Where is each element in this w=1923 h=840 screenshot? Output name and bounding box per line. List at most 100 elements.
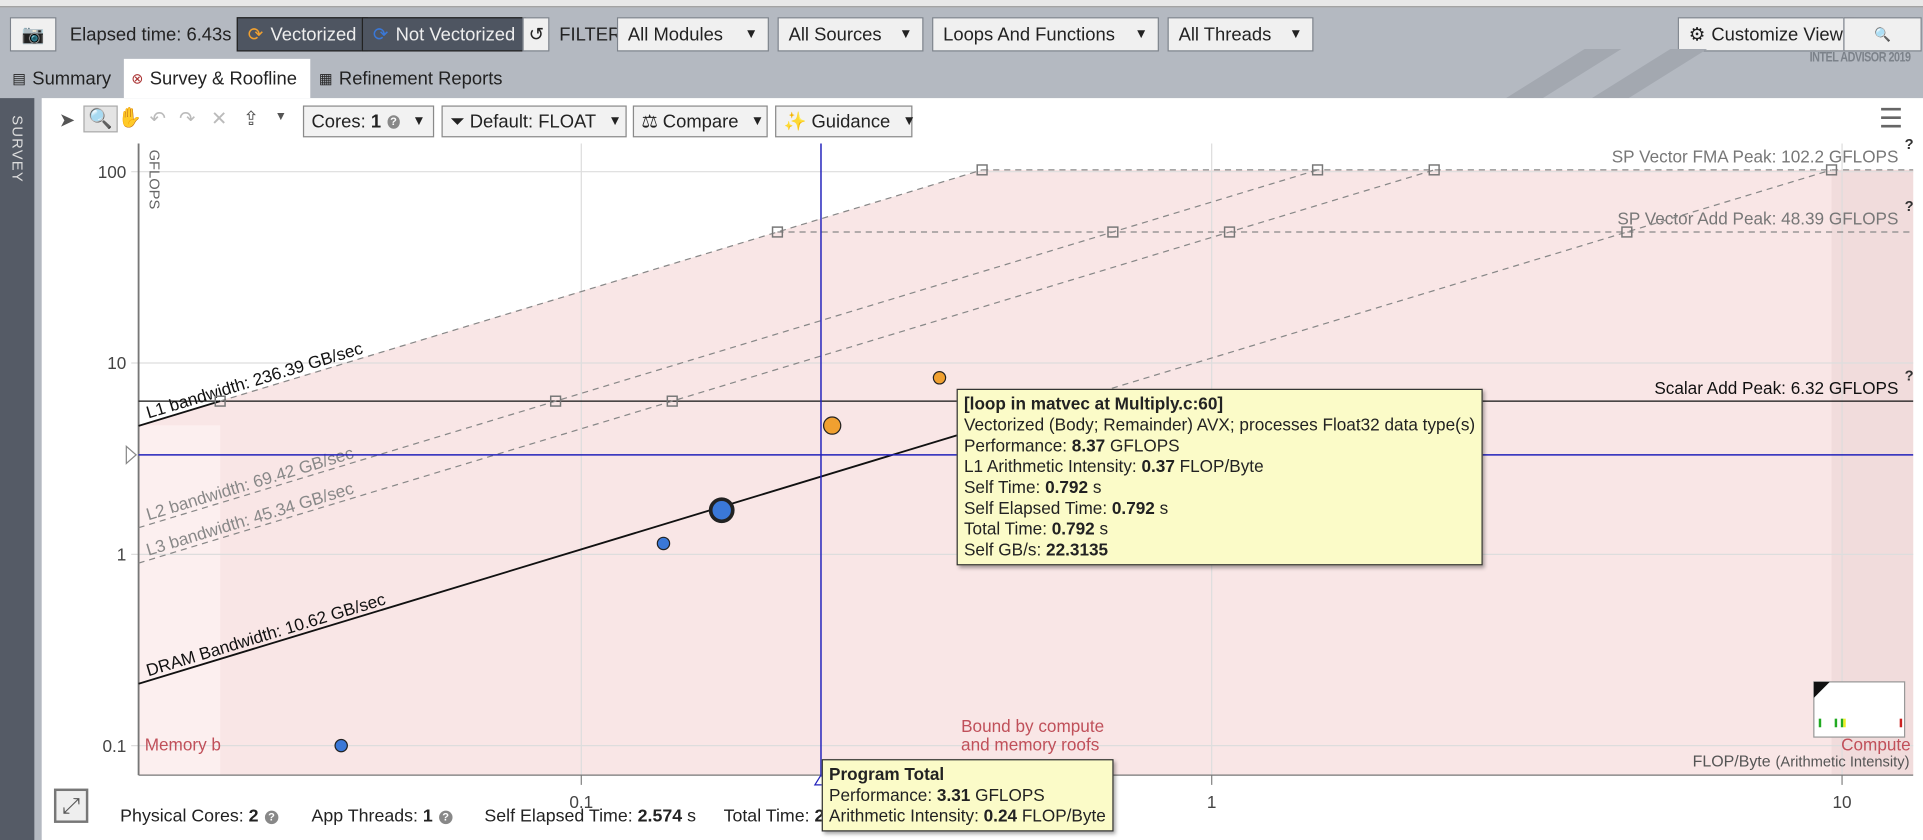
overview-minimap — [1813, 681, 1906, 738]
tooltip-label: Self Time: — [963, 477, 1046, 497]
minimap-bar — [1843, 718, 1846, 728]
tooltip-label: Performance: — [829, 784, 937, 805]
help-icon: ? — [1905, 137, 1914, 153]
tab-survey-roofline[interactable]: ⊗ Survey & Roofline — [123, 58, 311, 99]
loops-filter-dropdown[interactable]: Loops And Functions ▼ — [932, 17, 1159, 52]
pan-hand-icon[interactable]: ✋ — [118, 105, 142, 130]
cores-label: Cores: — [311, 110, 366, 132]
footer-value: 2.574 — [637, 806, 683, 827]
y-tick-label: 1 — [117, 544, 127, 564]
help-icon[interactable]: ? — [438, 810, 453, 825]
search-button[interactable]: 🔍 — [1843, 17, 1922, 52]
footer-total-time: Total Time: 2 — [724, 807, 825, 827]
tooltip-label: Self GB/s: — [963, 539, 1047, 560]
tab-refinement-reports[interactable]: ▦ Refinement Reports — [312, 59, 510, 98]
magic-wand-icon: ✨ — [783, 111, 807, 133]
loop-point-not-vectorized — [656, 536, 671, 551]
caret-down-icon: ▼ — [744, 26, 758, 42]
dropdown-value: All Modules — [627, 23, 724, 45]
caret-down-icon: ▼ — [608, 114, 622, 129]
cores-value: 1 — [370, 110, 382, 132]
program-total-title: Program Total — [829, 764, 945, 784]
customize-view-button[interactable]: ⚙ Customize View — [1677, 17, 1854, 52]
tooltip-label: Self Elapsed Time: — [963, 497, 1112, 518]
footer-app-threads: App Threads: 1? — [312, 807, 453, 827]
tooltip-label: Performance: — [963, 435, 1072, 455]
tooltip-value: 0.792 — [1045, 477, 1089, 497]
tooltip-unit: s — [1154, 497, 1169, 518]
caret-down-icon: ▼ — [1289, 26, 1303, 42]
crosshair-y-marker — [125, 444, 138, 465]
footer-self-elapsed: Self Elapsed Time: 2.574 s — [484, 807, 696, 827]
caret-down-icon: ▼ — [750, 114, 765, 129]
loop-point-not-vectorized — [334, 738, 348, 753]
gear-icon: ⚙ — [1688, 24, 1706, 46]
minimap-bar — [1840, 718, 1844, 728]
footer-label: Physical Cores: — [120, 806, 249, 827]
window-tab-strip — [0, 0, 1923, 8]
elapsed-time: Elapsed time: 6.43s — [69, 24, 232, 46]
threads-filter-dropdown[interactable]: All Threads ▼ — [1167, 17, 1314, 52]
tooltip-title: [loop in matvec at Multiply.c:60] — [963, 393, 1224, 414]
caret-down-icon: ▼ — [1134, 26, 1148, 42]
region-memory — [138, 425, 221, 776]
loop-point-vectorized — [822, 416, 842, 435]
tooltip-value: 0.792 — [1111, 497, 1155, 518]
tooltip-label: L1 Arithmetic Intensity: — [963, 456, 1142, 476]
tooltip-row: Performance: 8.37 GFLOPS — [964, 435, 1475, 456]
compare-dropdown[interactable]: ⚖ Compare ▼ — [632, 105, 768, 138]
compute-roof-label: Scalar Add Peak: 6.32 GFLOPS — [1654, 378, 1898, 398]
footer-physical-cores: Physical Cores: 2? — [120, 806, 279, 827]
tooltip-row: Self Elapsed Time: 0.792 s — [964, 498, 1475, 519]
brand-chevron-decoration — [1506, 49, 1708, 99]
tooltip-row: Self Time: 0.792 s — [964, 477, 1475, 498]
loop-tooltip: [loop in matvec at Multiply.c:60] Vector… — [956, 388, 1483, 566]
dropdown-value: All Threads — [1178, 23, 1272, 45]
tooltip-row: L1 Arithmetic Intensity: 0.37 FLOP/Byte — [964, 456, 1475, 477]
region-mixed-label: and memory roofs — [961, 735, 1099, 755]
export-caret-icon[interactable]: ▼ — [275, 110, 287, 123]
tooltip-value: 3.31 — [936, 784, 971, 805]
clear-icon[interactable]: ✕ — [211, 107, 227, 132]
tooltip-label: Total Time: — [963, 518, 1052, 539]
x-axis-label: FLOP/Byte (Arithmetic Intensity) — [1693, 754, 1910, 771]
footer-label: Total Time: — [723, 806, 815, 827]
tab-summary[interactable]: ▤ Summary — [5, 59, 118, 98]
tooltip-value: 22.3135 — [1046, 539, 1109, 560]
guidance-dropdown[interactable]: ✨ Guidance ▼ — [775, 105, 916, 138]
tooltip-value: 0.24 — [983, 805, 1018, 826]
help-icon[interactable]: ? — [387, 114, 400, 129]
undo-icon[interactable]: ↶ — [150, 107, 166, 132]
not-vectorized-toggle[interactable]: ⟳ Not Vectorized — [361, 17, 527, 52]
survey-sidebar[interactable]: SURVEY — [0, 98, 35, 840]
footer-label: Self Elapsed Time: — [484, 806, 638, 827]
module-filter-dropdown[interactable]: All Modules ▼ — [616, 17, 769, 52]
not-vectorized-icon: ⟳ — [372, 24, 389, 46]
expand-icon[interactable]: ⤢ — [53, 788, 89, 823]
roofline-panel: 0.1 1 10 0.1 1 10 100 SP Vector FMA Peak: 102.2… — [41, 98, 1923, 840]
snapshot-button[interactable]: 📷 — [9, 17, 57, 52]
filter-funnel-icon: ⏷ — [450, 110, 465, 132]
region-mixed-label: Bound by compute — [961, 716, 1104, 736]
compute-roof-label: SP Vector Add Peak: 48.39 GFLOPS — [1617, 209, 1898, 229]
help-icon[interactable]: ? — [264, 810, 279, 825]
caret-down-icon: ▼ — [902, 114, 916, 129]
tooltip-unit: s — [1088, 477, 1102, 497]
x-tick-label: 10 — [1833, 792, 1852, 812]
reset-filter-button[interactable]: ↺ — [522, 17, 550, 52]
footer-value: 1 — [422, 806, 433, 827]
float-type-dropdown[interactable]: ⏷ Default: FLOAT ▼ — [441, 105, 627, 138]
tooltip-row: Self GB/s: 22.3135 — [964, 540, 1475, 561]
redo-icon[interactable]: ↷ — [179, 107, 195, 132]
zoom-tool-icon[interactable]: 🔍 — [83, 105, 118, 133]
caret-down-icon: ▼ — [412, 114, 426, 129]
source-filter-dropdown[interactable]: All Sources ▼ — [777, 17, 924, 52]
reports-icon: ▦ — [318, 69, 333, 88]
summary-icon: ▤ — [12, 69, 27, 88]
pointer-tool-icon[interactable]: ➤ — [59, 108, 75, 133]
export-icon[interactable]: ⇪ — [243, 107, 259, 132]
hamburger-menu-icon[interactable]: ☰ — [1879, 103, 1903, 135]
cores-dropdown[interactable]: Cores: 1? ▼ — [302, 105, 435, 138]
vectorized-toggle[interactable]: ⟳ Vectorized — [236, 17, 368, 52]
x-axis-label-main: FLOP/Byte — [1693, 754, 1771, 771]
